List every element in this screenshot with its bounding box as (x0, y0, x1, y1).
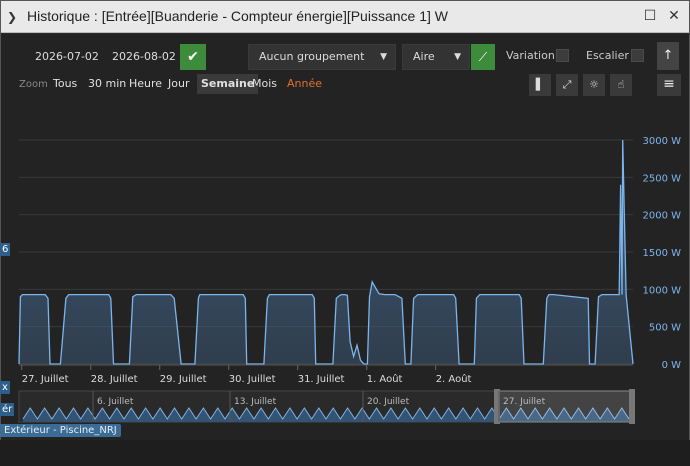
close-icon[interactable]: ✕ (665, 7, 683, 25)
navigator-tick-label: 6. Juillet (97, 397, 134, 407)
dialog-titlebar[interactable]: ❯ Historique : [Entrée][Buanderie - Comp… (1, 1, 689, 33)
navigator-handle-right (629, 389, 635, 424)
navigator[interactable]: 6. Juillet 13. Juillet 20. Juillet 27. Juil… (18, 389, 635, 424)
navigator-tick-label: 13. Juillet (234, 397, 277, 407)
maximize-icon[interactable]: ☐ (641, 7, 659, 25)
x-axis: 27. Juillet 28. Juillet 29. Juillet 30. Jui… (19, 364, 633, 385)
x-tick-label: 31. Juillet (298, 374, 345, 385)
history-chart[interactable]: 3000 W 2500 W 2000 W 1500 W 1000 W 500 W 0 W 2… (1, 34, 689, 440)
x-tick-label: 30. Juillet (229, 374, 276, 385)
side-tab-top[interactable]: 6 (0, 243, 11, 256)
dialog-title: Historique : [Entrée][Buanderie - Compte… (27, 8, 448, 24)
y-axis: 3000 W 2500 W 2000 W 1500 W 1000 W 500 W 0 W (642, 136, 681, 371)
y-tick-label: 0 W (662, 360, 682, 371)
x-tick-label: 27. Juillet (22, 374, 69, 385)
side-tab-mid2[interactable]: ér (0, 403, 15, 416)
history-dialog: ❯ Historique : [Entrée][Buanderie - Comp… (0, 0, 690, 440)
x-tick-label: 2. Août (436, 373, 472, 385)
y-tick-label: 3000 W (642, 136, 681, 147)
y-tick-label: 2500 W (642, 173, 681, 184)
x-tick-label: 28. Juillet (91, 374, 138, 385)
x-tick-label: 29. Juillet (160, 374, 207, 385)
y-tick-label: 500 W (649, 323, 681, 334)
navigator-tick-label: 27. Juillet (503, 397, 546, 407)
navigator-tick-label: 20. Juillet (367, 397, 410, 407)
bottom-tag[interactable]: Extérieur - Piscine_NRJ (0, 424, 121, 437)
side-tab-mid1[interactable]: x (0, 381, 10, 394)
x-tick-label: 1. Août (367, 373, 403, 385)
y-tick-label: 2000 W (642, 211, 681, 222)
y-tick-label: 1500 W (642, 248, 681, 259)
y-tick-label: 1000 W (642, 285, 681, 296)
history-icon: ❯ (7, 10, 18, 24)
